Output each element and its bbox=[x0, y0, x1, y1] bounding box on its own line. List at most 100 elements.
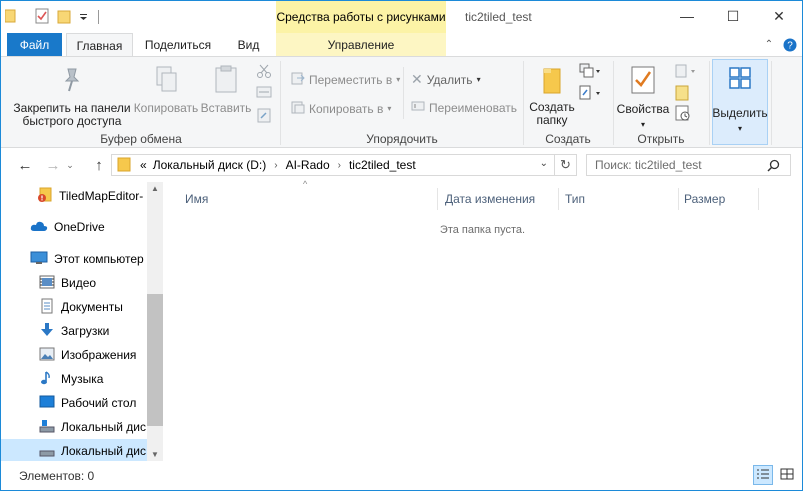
delete-dropdown-icon: ▾ bbox=[476, 75, 481, 84]
close-button[interactable]: ✕ bbox=[756, 1, 802, 31]
breadcrumb-current[interactable]: tic2tiled_test bbox=[346, 158, 419, 172]
column-header-size[interactable]: Размер bbox=[678, 188, 759, 210]
nav-item-downloads[interactable]: Загрузки bbox=[1, 319, 147, 343]
organize-separator bbox=[403, 67, 404, 119]
move-to-dropdown-icon: ▾ bbox=[396, 75, 401, 84]
breadcrumb-separator-icon[interactable]: › bbox=[269, 160, 282, 171]
properties-label: Свойства bbox=[616, 102, 670, 116]
copy-to-button[interactable]: Копировать в ▾ bbox=[291, 100, 391, 117]
column-header-type[interactable]: Тип bbox=[559, 188, 679, 210]
file-list: ^ Имя Дата изменения Тип Размер Эта папк… bbox=[163, 179, 802, 461]
nav-item-label: Документы bbox=[61, 300, 123, 314]
breadcrumb-ai-rado[interactable]: AI-Rado bbox=[283, 158, 333, 172]
new-item-icon[interactable] bbox=[579, 63, 601, 82]
nav-item-desktop[interactable]: Рабочий стол bbox=[1, 391, 147, 415]
search-input[interactable]: Поиск: tic2tiled_test bbox=[586, 154, 791, 176]
address-dropdown-icon[interactable]: ⌄ bbox=[540, 158, 548, 169]
rename-label: Переименовать bbox=[429, 100, 517, 115]
paste-shortcut-icon[interactable] bbox=[256, 107, 272, 126]
history-icon[interactable] bbox=[675, 105, 691, 124]
properties-icon bbox=[630, 65, 656, 98]
search-icon[interactable] bbox=[767, 159, 794, 175]
pictures-icon bbox=[39, 347, 55, 364]
properties-qa-icon[interactable] bbox=[35, 8, 49, 27]
column-header-name[interactable]: Имя bbox=[179, 188, 438, 210]
nav-item-onedrive[interactable]: OneDrive bbox=[1, 215, 147, 239]
back-button[interactable]: ← bbox=[15, 155, 35, 175]
breadcrumb-drive[interactable]: Локальный диск (D:) bbox=[150, 158, 270, 172]
large-icons-view-button[interactable] bbox=[777, 465, 797, 485]
new-folder-icon bbox=[541, 65, 563, 98]
forward-button[interactable]: → bbox=[43, 155, 63, 175]
organize-group-label: Упорядочить bbox=[366, 132, 438, 146]
nav-item-label: Локальный дис bbox=[61, 444, 146, 458]
collapse-ribbon-icon[interactable]: ⌃ bbox=[761, 33, 777, 56]
picture-tools-context-tab: Средства работы с рисунками bbox=[276, 1, 446, 33]
cut-icon[interactable] bbox=[256, 63, 272, 82]
open-icon[interactable] bbox=[675, 63, 697, 82]
breadcrumb-separator-icon[interactable]: › bbox=[333, 160, 346, 171]
onedrive-icon bbox=[30, 220, 48, 235]
new-folder-qa-icon[interactable] bbox=[57, 8, 71, 27]
tab-manage[interactable]: Управление bbox=[276, 33, 446, 56]
details-view-icon bbox=[756, 468, 770, 483]
nav-item-this-pc[interactable]: Этот компьютер bbox=[1, 247, 147, 271]
copy-button[interactable]: Копировать bbox=[132, 65, 200, 115]
nav-item-pictures[interactable]: Изображения bbox=[1, 343, 147, 367]
downloads-icon bbox=[39, 322, 55, 341]
delete-button[interactable]: ✕ Удалить ▾ bbox=[411, 71, 481, 88]
scroll-up-icon[interactable]: ▲ bbox=[147, 184, 163, 193]
nav-pane-scroll-thumb[interactable] bbox=[147, 294, 163, 426]
nav-item-documents[interactable]: Документы bbox=[1, 295, 147, 319]
up-button[interactable]: ↑ bbox=[89, 155, 109, 175]
edit-icon[interactable] bbox=[675, 85, 691, 104]
maximize-button[interactable]: ☐ bbox=[710, 1, 756, 31]
folder-icon[interactable] bbox=[4, 8, 17, 26]
copy-path-icon[interactable] bbox=[256, 85, 272, 102]
nav-item-label: OneDrive bbox=[54, 220, 105, 234]
rename-button[interactable]: Переименовать bbox=[411, 100, 517, 115]
properties-button[interactable]: Свойства ▾ bbox=[617, 65, 669, 131]
desktop-icon bbox=[39, 395, 55, 412]
easy-access-icon[interactable] bbox=[579, 85, 601, 104]
nav-item-local-disk-d[interactable]: Локальный дис bbox=[1, 439, 147, 461]
status-bar: Элементов: 0 bbox=[1, 461, 802, 490]
tab-share[interactable]: Поделиться bbox=[139, 33, 217, 56]
tab-view[interactable]: Вид bbox=[226, 33, 271, 56]
properties-dropdown-icon: ▾ bbox=[640, 120, 645, 129]
nav-item-tiledmapeditor[interactable]: TiledMapEditor- bbox=[1, 184, 147, 208]
qa-dropdown-icon[interactable] bbox=[79, 10, 88, 24]
window-title: tic2tiled_test bbox=[465, 10, 532, 24]
tab-home[interactable]: Главная bbox=[66, 33, 133, 57]
nav-item-local-disk-c[interactable]: Локальный дис bbox=[1, 415, 147, 439]
details-view-button[interactable] bbox=[753, 465, 773, 485]
nav-pane-scrollbar[interactable]: ▲ ▼ bbox=[147, 182, 163, 461]
recent-locations-dropdown[interactable]: ⌄ bbox=[63, 155, 77, 175]
minimize-button[interactable]: — bbox=[664, 1, 710, 31]
copy-to-label: Копировать в bbox=[309, 101, 384, 116]
help-icon[interactable]: ? bbox=[781, 33, 799, 56]
select-button[interactable]: Выделить ▾ bbox=[712, 59, 768, 145]
tab-file[interactable]: Файл bbox=[7, 33, 62, 56]
move-to-button[interactable]: Переместить в ▾ bbox=[291, 71, 400, 88]
column-header-date[interactable]: Дата изменения bbox=[439, 188, 559, 210]
clipboard-group-label: Буфер обмена bbox=[100, 132, 182, 146]
new-folder-button[interactable]: Создать папку bbox=[527, 65, 577, 127]
nav-item-music[interactable]: Музыка bbox=[1, 367, 147, 391]
nav-item-video[interactable]: Видео bbox=[1, 271, 147, 295]
title-separator bbox=[98, 10, 99, 24]
breadcrumb-overflow[interactable]: « bbox=[137, 158, 150, 172]
address-bar[interactable]: « Локальный диск (D:) › AI-Rado › tic2ti… bbox=[111, 154, 555, 176]
scroll-down-icon[interactable]: ▼ bbox=[147, 450, 163, 459]
refresh-button[interactable]: ↻ bbox=[555, 154, 577, 176]
paste-button[interactable]: Вставить bbox=[200, 65, 252, 115]
drive-icon bbox=[39, 443, 55, 460]
move-to-label: Переместить в bbox=[309, 72, 393, 87]
pin-quick-access-button[interactable]: Закрепить на панели быстрого доступа bbox=[11, 65, 133, 128]
computer-icon bbox=[30, 251, 48, 268]
ribbon-separator bbox=[709, 61, 710, 145]
copy-to-dropdown-icon: ▾ bbox=[387, 104, 392, 113]
select-grid-icon bbox=[728, 66, 752, 93]
pin-label: Закрепить на панели быстрого доступа bbox=[13, 101, 131, 128]
ribbon-separator bbox=[771, 61, 772, 145]
